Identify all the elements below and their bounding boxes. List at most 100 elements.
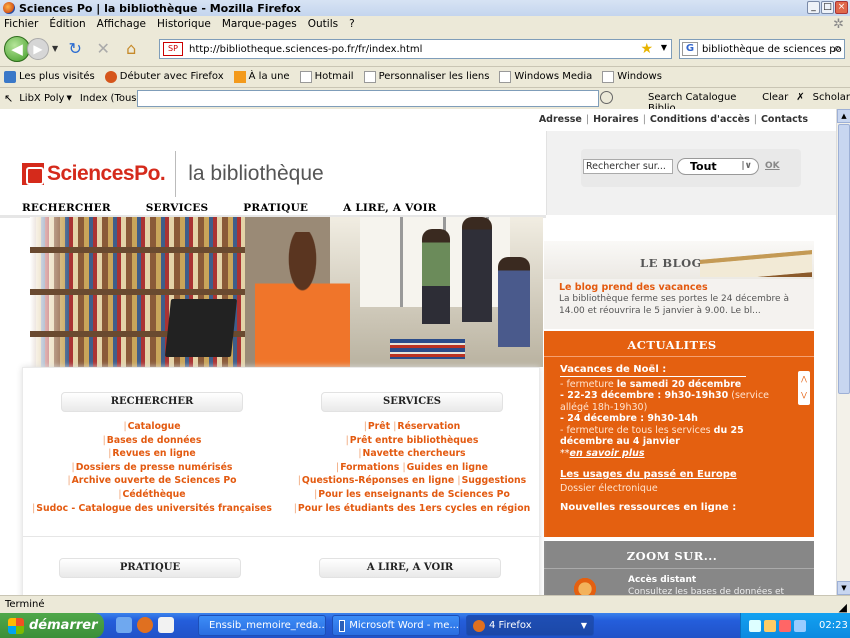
site-logo[interactable]: SciencesPo. la bibliothèque	[22, 151, 324, 197]
link-row: |Bases de données	[102, 434, 202, 446]
quick-link[interactable]: Navette chercheurs	[363, 448, 466, 459]
menu-fichier[interactable]: Fichier	[4, 18, 38, 30]
link-conditions[interactable]: Conditions d'accès	[650, 114, 750, 125]
libx-name-menu[interactable]: LibX Poly	[19, 93, 64, 104]
page-scrollbar[interactable]: ▲ ▼	[836, 109, 850, 595]
tray-icon[interactable]	[779, 619, 791, 632]
link-row: |Cédéthèque	[118, 488, 186, 500]
menu-historique[interactable]: Historique	[157, 18, 211, 30]
scroll-up-arrow-icon[interactable]: ▲	[837, 109, 850, 123]
hero-photo	[30, 217, 543, 367]
link-adresse[interactable]: Adresse	[539, 114, 582, 125]
page-icon	[499, 70, 512, 83]
tray-icon[interactable]	[764, 619, 776, 632]
window-controls: _ □ ×	[807, 1, 848, 14]
media-icon[interactable]	[158, 617, 174, 633]
quick-link[interactable]: Pour les étudiants des 1ers cycles en ré…	[298, 503, 530, 514]
taskbar-item-firefox[interactable]: 4 Firefox ▼	[466, 615, 594, 636]
bookmark-most-visited[interactable]: Les plus visités	[4, 70, 95, 83]
maximize-button[interactable]: □	[821, 1, 834, 14]
news-scroll-arrows[interactable]: ⋀ ⋁	[798, 371, 810, 405]
search-ok-button[interactable]: OK	[765, 161, 780, 171]
quick-link[interactable]: Dossiers de presse numérisés	[76, 462, 233, 473]
tray-icon[interactable]	[749, 619, 761, 632]
menu-marque-pages[interactable]: Marque-pages	[222, 18, 297, 30]
quick-link[interactable]: Revues en ligne	[112, 448, 195, 459]
web-search-box[interactable]: G bibliothèque de sciences po ⌕	[679, 39, 845, 59]
quick-link[interactable]: Cédéthèque	[123, 489, 186, 500]
news-item-usages[interactable]: Les usages du passé en Europe	[560, 469, 795, 481]
home-icon[interactable]: ⌂	[120, 38, 142, 60]
site-favicon-icon: SP	[163, 42, 183, 56]
link-horaires[interactable]: Horaires	[593, 114, 639, 125]
libx-cursor-icon: ↖	[4, 91, 14, 105]
menu-help[interactable]: ?	[349, 18, 355, 30]
nav-pratique[interactable]: PRATIQUE	[243, 202, 308, 214]
close-button[interactable]: ×	[835, 1, 848, 14]
nav-services[interactable]: SERVICES	[146, 202, 209, 214]
search-icon[interactable]: ⌕	[834, 41, 841, 56]
firefox-icon[interactable]	[137, 617, 153, 633]
quick-link[interactable]: Prêt entre bibliothèques	[350, 435, 479, 446]
quick-link[interactable]: Sudoc - Catalogue des universités frança…	[36, 503, 272, 514]
news-heading[interactable]: Vacances de Noël :	[560, 364, 747, 377]
link-row: |Pour les enseignants de Sciences Po	[314, 488, 510, 500]
libx-option-icon[interactable]	[600, 91, 613, 104]
address-bar[interactable]: SP http://bibliotheque.sciences-po.fr/fr…	[159, 39, 672, 59]
nav-a-lire-a-voir[interactable]: A LIRE, A VOIR	[343, 202, 437, 214]
scroll-thumb[interactable]	[838, 124, 850, 394]
libx-name-dropdown-icon[interactable]: ▼	[66, 94, 71, 102]
nav-rechercher[interactable]: RECHERCHER	[22, 202, 111, 214]
scroll-down-arrow-icon[interactable]: ▼	[837, 581, 850, 595]
site-subtitle: la bibliothèque	[188, 162, 324, 185]
quick-link[interactable]: Bases de données	[107, 435, 202, 446]
quick-link[interactable]: Réservation	[397, 421, 460, 432]
forward-button[interactable]: ▶	[27, 37, 49, 60]
zoom-item-title[interactable]: Accès distant	[628, 575, 696, 585]
minimize-button[interactable]: _	[807, 1, 820, 14]
google-engine-icon[interactable]: G	[682, 42, 698, 56]
quick-link[interactable]: Catalogue	[128, 421, 181, 432]
menu-outils[interactable]: Outils	[308, 18, 338, 30]
start-button[interactable]: démarrer	[0, 613, 104, 638]
rechercher-links: |Catalogue |Bases de données |Revues en li…	[23, 420, 281, 515]
chevron-down-icon: |∨	[741, 161, 752, 171]
bookmark-headlines[interactable]: À la une	[233, 70, 290, 83]
reload-icon[interactable]: ↻	[64, 38, 86, 60]
search-scope-select[interactable]: Tout |∨	[677, 158, 759, 175]
bookmark-customize-links[interactable]: Personnaliser les liens	[363, 70, 489, 83]
menu-affichage[interactable]: Affichage	[97, 18, 146, 30]
taskbar-item-word[interactable]: Microsoft Word - me...	[332, 615, 460, 636]
blog-post-title[interactable]: Le blog prend des vacances	[559, 282, 708, 293]
tray-icon[interactable]	[794, 619, 806, 632]
link-contacts[interactable]: Contacts	[761, 114, 808, 125]
page-icon	[299, 70, 312, 83]
rechercher-box: RECHERCHER |Catalogue |Bases de données |R…	[23, 368, 281, 515]
quick-link[interactable]: Archive ouverte de Sciences Po	[72, 475, 237, 486]
desktop-icon[interactable]	[116, 617, 132, 633]
quick-link[interactable]: Formations	[340, 462, 399, 473]
news-more-link[interactable]: en savoir plus	[570, 448, 645, 459]
rechercher-box-title: RECHERCHER	[61, 392, 243, 412]
history-dropdown-icon[interactable]: ▼	[52, 44, 58, 53]
menu-edition[interactable]: Édition	[49, 18, 85, 30]
url-dropdown-icon[interactable]: ▼	[661, 43, 667, 52]
quick-link[interactable]: Suggestions	[462, 475, 527, 486]
stop-icon[interactable]: ✕	[92, 38, 114, 60]
quick-link[interactable]: Pour les enseignants de Sciences Po	[318, 489, 510, 500]
libx-search-input[interactable]	[137, 90, 599, 107]
quick-link[interactable]: Guides en ligne	[407, 462, 488, 473]
bookmark-hotmail[interactable]: Hotmail	[299, 70, 354, 83]
bookmark-star-icon[interactable]: ★	[640, 41, 653, 57]
taskbar-item-enssib[interactable]: Enssib_memoire_reda...	[198, 615, 326, 636]
firefox-icon	[473, 619, 485, 632]
window-titlebar: Sciences Po | la bibliothèque - Mozilla …	[0, 0, 850, 16]
bookmark-getting-started[interactable]: Débuter avec Firefox	[104, 70, 224, 83]
bookmark-windows-media[interactable]: Windows Media	[499, 70, 592, 83]
bookmark-windows[interactable]: Windows	[602, 70, 662, 83]
news-item-ressources[interactable]: Nouvelles ressources en ligne :	[560, 502, 795, 514]
quick-link[interactable]: Prêt	[368, 421, 390, 432]
quick-link[interactable]: Questions-Réponses en ligne	[302, 475, 454, 486]
site-search-input[interactable]: Rechercher sur...	[583, 159, 673, 174]
libx-index-menu[interactable]: Index (Tous)	[80, 93, 141, 104]
